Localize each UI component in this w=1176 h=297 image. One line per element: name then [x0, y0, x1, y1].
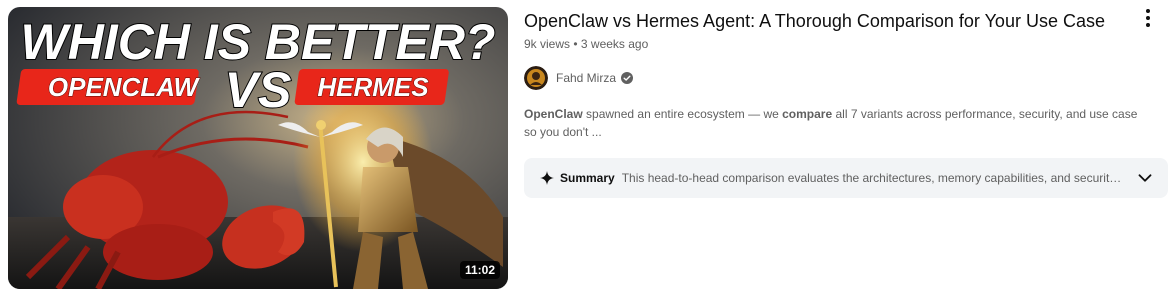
video-description: OpenClaw spawned an entire ecosystem — w…: [524, 105, 1144, 141]
desc-keyword-2: compare: [782, 107, 833, 121]
channel-row[interactable]: Fahd Mirza: [524, 66, 1136, 90]
thumbnail-left-tag: OPENCLAW: [48, 72, 201, 102]
channel-name[interactable]: Fahd Mirza: [556, 71, 616, 85]
summary-label: Summary: [560, 171, 615, 185]
desc-text-1: spawned an entire ecosystem — we: [582, 107, 783, 121]
channel-avatar[interactable]: [524, 66, 548, 90]
chevron-down-icon[interactable]: [1134, 167, 1156, 189]
desc-keyword-1: OpenClaw: [524, 107, 583, 121]
view-count: 9k views: [524, 37, 571, 51]
thumbnail-right-tag: HERMES: [317, 72, 429, 102]
thumbnail-vs: VS: [225, 62, 292, 118]
video-title[interactable]: OpenClaw vs Hermes Agent: A Thorough Com…: [524, 8, 1136, 34]
more-vert-icon[interactable]: [1136, 6, 1160, 30]
verified-check-icon: [621, 72, 634, 84]
video-info: OpenClaw vs Hermes Agent: A Thorough Com…: [524, 8, 1137, 141]
summary-text: This head-to-head comparison evaluates t…: [621, 171, 1124, 185]
ai-summary-panel[interactable]: Summary This head-to-head comparison eva…: [524, 158, 1168, 198]
video-metadata: 9k views • 3 weeks ago: [524, 37, 1136, 51]
duration-badge: 11:02: [459, 261, 500, 279]
upload-age: 3 weeks ago: [580, 37, 649, 51]
sparkle-icon: [540, 171, 554, 185]
video-thumbnail[interactable]: WHICH IS BETTER? OPENCLAW VS HERMES 11:0…: [8, 7, 508, 289]
thumbnail-artwork: WHICH IS BETTER? OPENCLAW VS HERMES: [8, 7, 508, 289]
meta-separator: •: [573, 37, 581, 51]
